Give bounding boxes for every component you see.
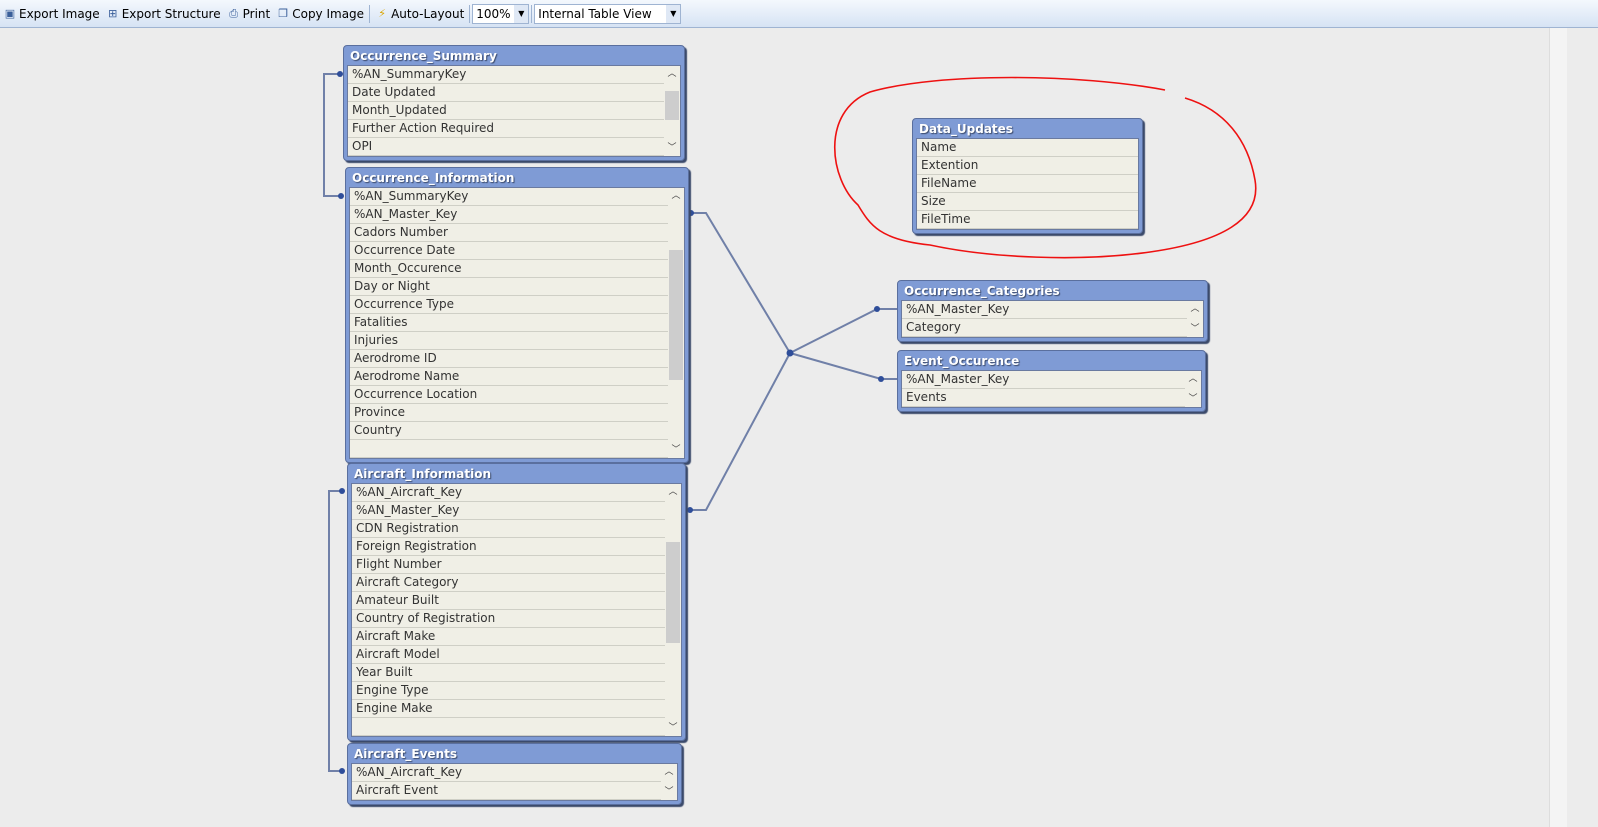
field-row[interactable]: Occurrence Date <box>350 242 668 260</box>
table-occurrence-information[interactable]: Occurrence_Information %AN_SummaryKey %AN_… <box>345 167 689 463</box>
field-row[interactable]: Country <box>350 422 668 440</box>
link-summarykey <box>323 73 343 197</box>
field-row[interactable]: Aircraft Event <box>352 782 661 800</box>
field-row[interactable] <box>350 440 668 458</box>
field-row[interactable]: Fatalities <box>350 314 668 332</box>
table-title[interactable]: Aircraft_Events <box>351 744 678 763</box>
chevron-down-icon[interactable]: ﹀ <box>665 720 681 736</box>
field-row[interactable]: Aerodrome ID <box>350 350 668 368</box>
link-master-key-1 <box>691 212 791 354</box>
field-scrollbar[interactable]: ︿ ﹀ <box>1185 371 1201 407</box>
field-row[interactable]: %AN_Master_Key <box>352 502 665 520</box>
field-row[interactable]: %AN_Aircraft_Key <box>352 484 665 502</box>
scrollbar-thumb[interactable] <box>669 250 683 380</box>
field-row[interactable]: %AN_Aircraft_Key <box>352 764 661 782</box>
field-list: %AN_Aircraft_Key Aircraft Event ︿ ﹀ <box>351 763 678 801</box>
field-scrollbar[interactable]: ︿ ﹀ <box>661 764 677 800</box>
field-row[interactable]: Extention <box>917 157 1138 175</box>
field-row[interactable]: %AN_Master_Key <box>350 206 668 224</box>
field-row[interactable]: Month_Updated <box>348 102 664 120</box>
link-master-key-4 <box>789 352 897 380</box>
field-row[interactable]: Aircraft Model <box>352 646 665 664</box>
table-aircraft-information[interactable]: Aircraft_Information %AN_Aircraft_Key %AN_… <box>347 463 686 741</box>
field-row[interactable]: %AN_SummaryKey <box>350 188 668 206</box>
field-list: %AN_Master_Key Category ︿ ﹀ <box>901 300 1204 338</box>
field-row[interactable]: Cadors Number <box>350 224 668 242</box>
field-row[interactable]: Further Action Required <box>348 120 664 138</box>
field-scrollbar[interactable]: ︿ ﹀ <box>668 188 684 458</box>
field-row[interactable]: Aircraft Category <box>352 574 665 592</box>
field-row[interactable]: Day or Night <box>350 278 668 296</box>
table-title[interactable]: Aircraft_Information <box>351 464 682 483</box>
field-row[interactable]: Province <box>350 404 668 422</box>
field-row[interactable]: CDN Registration <box>352 520 665 538</box>
link-master-key-2 <box>690 352 791 511</box>
chevron-up-icon[interactable]: ︿ <box>665 484 681 500</box>
link-aircraft-key <box>328 490 342 772</box>
field-row[interactable]: %AN_SummaryKey <box>348 66 664 84</box>
field-row[interactable]: Year Built <box>352 664 665 682</box>
field-row[interactable]: %AN_Master_Key <box>902 301 1187 319</box>
field-row[interactable]: Engine Type <box>352 682 665 700</box>
link-master-key-3 <box>789 308 897 354</box>
field-row[interactable]: Aerodrome Name <box>350 368 668 386</box>
chevron-down-icon[interactable]: ﹀ <box>664 140 680 156</box>
chevron-up-icon[interactable]: ︿ <box>668 188 684 204</box>
field-row[interactable]: Date Updated <box>348 84 664 102</box>
chevron-up-icon[interactable]: ︿ <box>664 66 680 82</box>
field-row[interactable]: Engine Make <box>352 700 665 718</box>
field-row[interactable]: Aircraft Make <box>352 628 665 646</box>
table-title[interactable]: Event_Occurence <box>901 351 1202 370</box>
field-row[interactable]: Occurrence Type <box>350 296 668 314</box>
field-row[interactable]: Amateur Built <box>352 592 665 610</box>
field-row[interactable]: Occurrence Location <box>350 386 668 404</box>
table-occurrence-summary[interactable]: Occurrence_Summary %AN_SummaryKey Date Upd… <box>343 45 685 161</box>
field-row[interactable]: Size <box>917 193 1138 211</box>
table-aircraft-events[interactable]: Aircraft_Events %AN_Aircraft_Key Aircraft … <box>347 743 682 805</box>
chevron-up-icon[interactable]: ︿ <box>1185 371 1201 387</box>
field-row[interactable]: Country of Registration <box>352 610 665 628</box>
field-row[interactable]: Name <box>917 139 1138 157</box>
field-row[interactable]: FileTime <box>917 211 1138 229</box>
table-title[interactable]: Occurrence_Summary <box>347 46 681 65</box>
chevron-down-icon[interactable]: ﹀ <box>668 442 684 458</box>
scrollbar-thumb[interactable] <box>666 541 680 643</box>
field-row[interactable]: Foreign Registration <box>352 538 665 556</box>
table-data-updates[interactable]: Data_Updates Name Extention FileName Size Fil… <box>912 118 1143 234</box>
field-list: %AN_SummaryKey Date Updated Month_Updated F… <box>347 65 681 157</box>
field-row[interactable]: Category <box>902 319 1187 337</box>
table-title[interactable]: Occurrence_Information <box>349 168 685 187</box>
field-list: Name Extention FileName Size FileTime <box>916 138 1139 230</box>
field-list: %AN_Aircraft_Key %AN_Master_Key CDN Regist… <box>351 483 682 737</box>
field-row[interactable]: Injuries <box>350 332 668 350</box>
field-row[interactable]: %AN_Master_Key <box>902 371 1185 389</box>
chevron-down-icon[interactable]: ﹀ <box>1185 391 1201 407</box>
chevron-up-icon[interactable]: ︿ <box>661 764 677 780</box>
field-row[interactable]: OPI <box>348 138 664 156</box>
field-list: %AN_Master_Key Events ︿ ﹀ <box>901 370 1202 408</box>
field-row[interactable] <box>352 718 665 736</box>
field-scrollbar[interactable]: ︿ ﹀ <box>664 66 680 156</box>
field-row[interactable]: FileName <box>917 175 1138 193</box>
field-row[interactable]: Events <box>902 389 1185 407</box>
field-scrollbar[interactable]: ︿ ﹀ <box>665 484 681 736</box>
field-scrollbar[interactable]: ︿ ﹀ <box>1187 301 1203 337</box>
table-title[interactable]: Occurrence_Categories <box>901 281 1204 300</box>
scrollbar-thumb[interactable] <box>665 91 679 120</box>
field-row[interactable]: Flight Number <box>352 556 665 574</box>
chevron-up-icon[interactable]: ︿ <box>1187 301 1203 317</box>
field-list: %AN_SummaryKey %AN_Master_Key Cadors Numbe… <box>349 187 685 459</box>
field-row[interactable]: Month_Occurence <box>350 260 668 278</box>
connections <box>323 71 897 774</box>
chevron-down-icon[interactable]: ﹀ <box>1187 321 1203 337</box>
canvas-scrollbar[interactable] <box>1549 28 1567 827</box>
chevron-down-icon[interactable]: ﹀ <box>661 784 677 800</box>
table-event-occurence[interactable]: Event_Occurence %AN_Master_Key Events ︿ ﹀ <box>897 350 1206 412</box>
table-title[interactable]: Data_Updates <box>916 119 1139 138</box>
table-occurrence-categories[interactable]: Occurrence_Categories %AN_Master_Key Categ… <box>897 280 1208 342</box>
